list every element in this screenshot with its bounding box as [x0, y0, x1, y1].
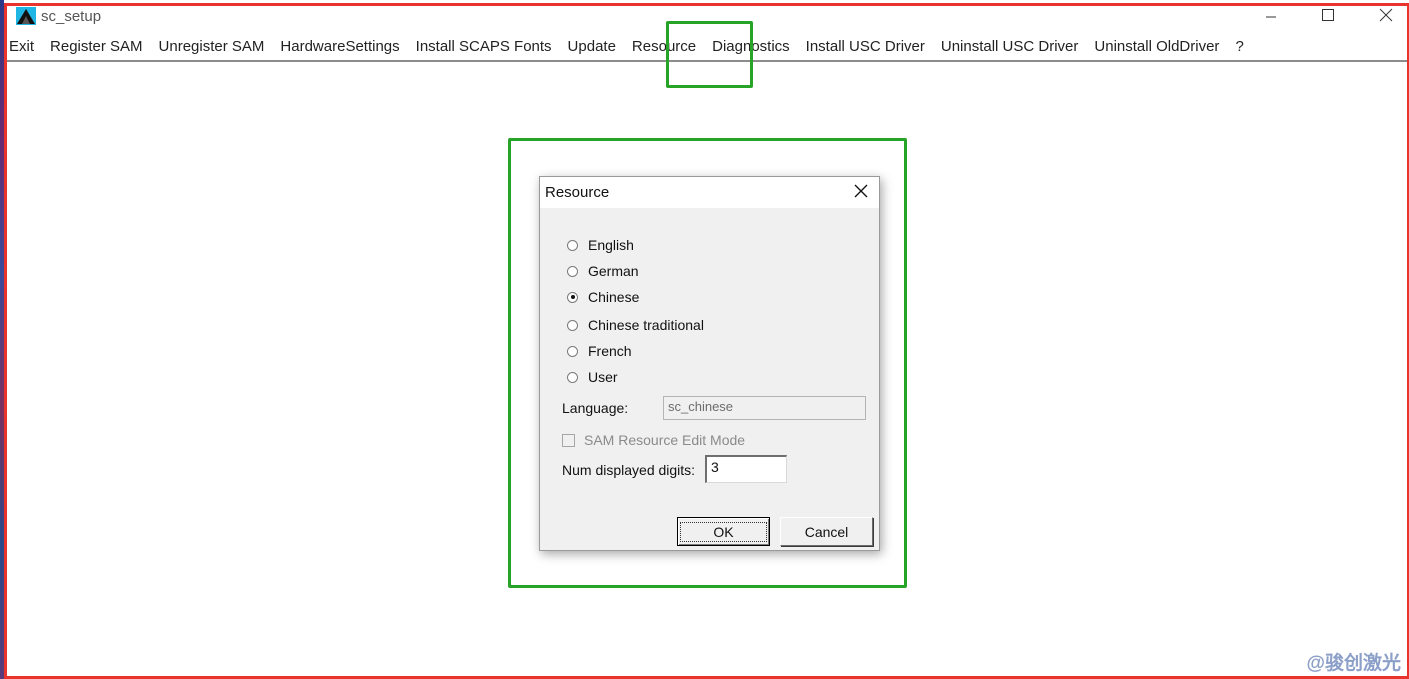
- radio-button[interactable]: [567, 265, 578, 277]
- menu-uninstall-usc-driver[interactable]: Uninstall USC Driver: [933, 34, 1087, 60]
- language-field: sc_chinese: [663, 396, 866, 420]
- maximize-button[interactable]: [1305, 6, 1351, 28]
- radio-button[interactable]: [567, 345, 578, 357]
- window-titlebar: sc_setup: [7, 6, 1407, 30]
- minimize-button[interactable]: [1248, 6, 1294, 28]
- window-title: sc_setup: [41, 8, 102, 25]
- menu-exit[interactable]: Exit: [7, 34, 42, 60]
- close-window-button[interactable]: [1363, 6, 1409, 28]
- menu-uninstall-old-driver[interactable]: Uninstall OldDriver: [1086, 34, 1227, 60]
- radio-label: Chinese traditional: [588, 317, 704, 333]
- menu-bar: Exit Register SAM Unregister SAM Hardwar…: [7, 34, 1407, 62]
- menu-help[interactable]: ?: [1227, 34, 1251, 60]
- ok-button-label: OK: [680, 521, 767, 542]
- menu-diagnostics[interactable]: Diagnostics: [704, 34, 798, 60]
- menu-register-sam[interactable]: Register SAM: [42, 34, 151, 60]
- radio-label: French: [588, 343, 632, 359]
- radio-button[interactable]: [567, 371, 578, 383]
- digits-label: Num displayed digits:: [562, 462, 696, 478]
- edit-mode-checkbox-row: SAM Resource Edit Mode: [562, 432, 745, 448]
- maximize-icon: [1322, 8, 1334, 26]
- menu-install-usc-driver[interactable]: Install USC Driver: [798, 34, 933, 60]
- menu-unregister-sam[interactable]: Unregister SAM: [151, 34, 273, 60]
- dialog-title: Resource: [545, 184, 610, 201]
- minimize-icon: [1265, 8, 1277, 26]
- radio-label: Chinese: [588, 289, 640, 305]
- digits-input[interactable]: 3: [705, 455, 787, 483]
- dialog-close-button[interactable]: [851, 183, 871, 203]
- edit-mode-label: SAM Resource Edit Mode: [584, 432, 746, 448]
- screenshot-stage: sc_setup Exit Register SAM Unregister SA…: [0, 0, 1409, 679]
- menu-update[interactable]: Update: [560, 34, 624, 60]
- desktop-background-strip: [0, 0, 4, 679]
- cancel-button[interactable]: Cancel: [780, 517, 873, 546]
- close-icon: [1379, 8, 1393, 27]
- radio-chinese-traditional[interactable]: Chinese traditional: [567, 316, 704, 334]
- radio-label: German: [588, 263, 639, 279]
- ok-button[interactable]: OK: [677, 517, 770, 546]
- radio-german[interactable]: German: [567, 262, 639, 280]
- app-logo-icon: [16, 7, 36, 25]
- radio-button[interactable]: [567, 319, 578, 331]
- radio-english[interactable]: English: [567, 236, 634, 254]
- edit-mode-checkbox: [562, 433, 575, 447]
- radio-button[interactable]: [567, 239, 578, 251]
- radio-chinese[interactable]: Chinese: [567, 288, 639, 306]
- language-label: Language:: [562, 400, 629, 416]
- radio-label: English: [588, 237, 634, 253]
- radio-user[interactable]: User: [567, 368, 618, 386]
- radio-label: User: [588, 369, 618, 385]
- menu-resource[interactable]: Resource: [624, 34, 704, 60]
- dialog-titlebar: Resource: [540, 177, 879, 208]
- radio-button[interactable]: [567, 291, 578, 303]
- watermark: @骏创激光: [1306, 653, 1401, 674]
- close-icon: [854, 184, 868, 203]
- resource-dialog: Resource English German Chinese Chinese …: [539, 176, 880, 551]
- radio-french[interactable]: French: [567, 342, 632, 360]
- menu-install-scaps-fonts[interactable]: Install SCAPS Fonts: [408, 34, 560, 60]
- menu-hardware-settings[interactable]: HardwareSettings: [272, 34, 407, 60]
